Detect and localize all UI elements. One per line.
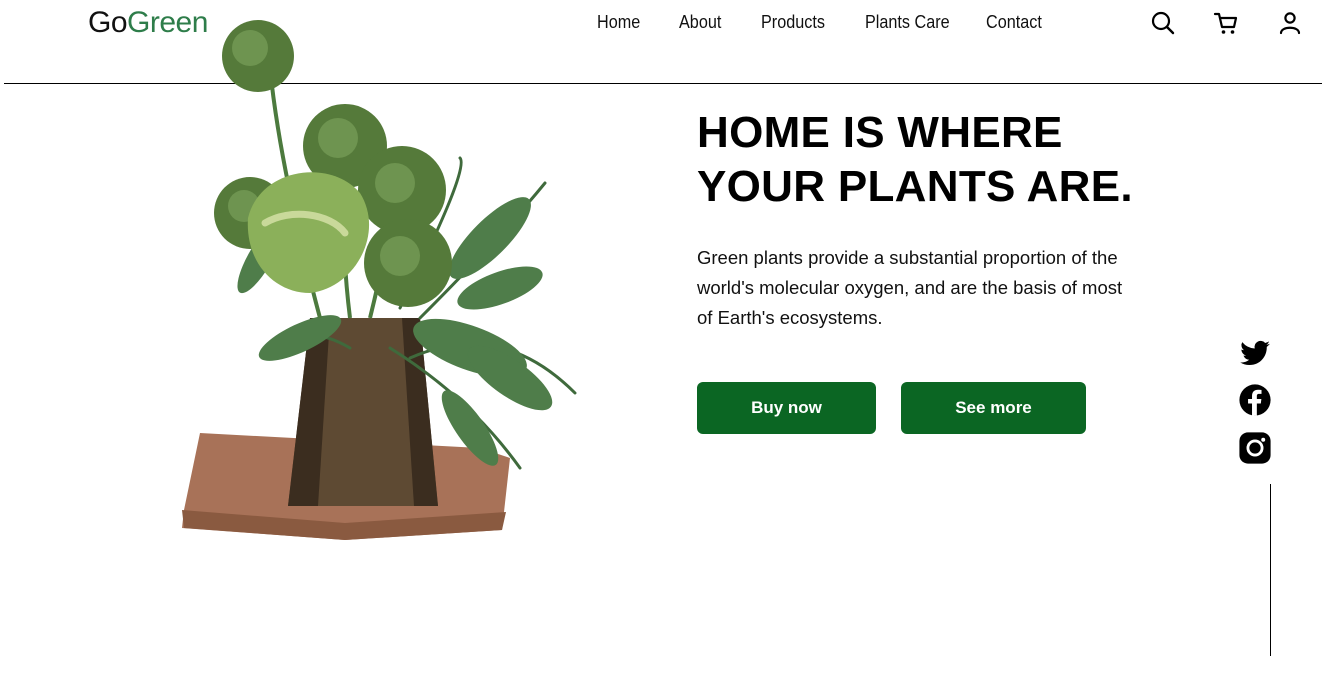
search-icon[interactable] [1150, 10, 1176, 36]
nav-about[interactable]: About [679, 12, 721, 33]
nav-contact[interactable]: Contact [986, 12, 1042, 33]
instagram-icon[interactable] [1238, 431, 1272, 465]
hero-headline-line1: HOME IS WHERE [697, 108, 1063, 157]
nav-plants-care[interactable]: Plants Care [865, 12, 950, 33]
social-rail-line [1270, 484, 1271, 656]
user-icon[interactable] [1277, 10, 1303, 36]
twitter-icon[interactable] [1238, 336, 1272, 370]
hero-description: Green plants provide a substantial propo… [697, 247, 1123, 328]
plant-arrangement-image [170, 18, 590, 558]
cart-icon[interactable] [1213, 10, 1239, 36]
see-more-button[interactable]: See more [901, 382, 1086, 434]
facebook-icon[interactable] [1238, 383, 1272, 417]
hero-headline-line2: YOUR PLANTS ARE. [697, 162, 1133, 211]
hero-headline: HOME IS WHERE YOUR PLANTS ARE. [697, 106, 1177, 214]
nav-products[interactable]: Products [761, 12, 825, 33]
buy-now-button[interactable]: Buy now [697, 382, 876, 434]
nav-home[interactable]: Home [597, 12, 640, 33]
